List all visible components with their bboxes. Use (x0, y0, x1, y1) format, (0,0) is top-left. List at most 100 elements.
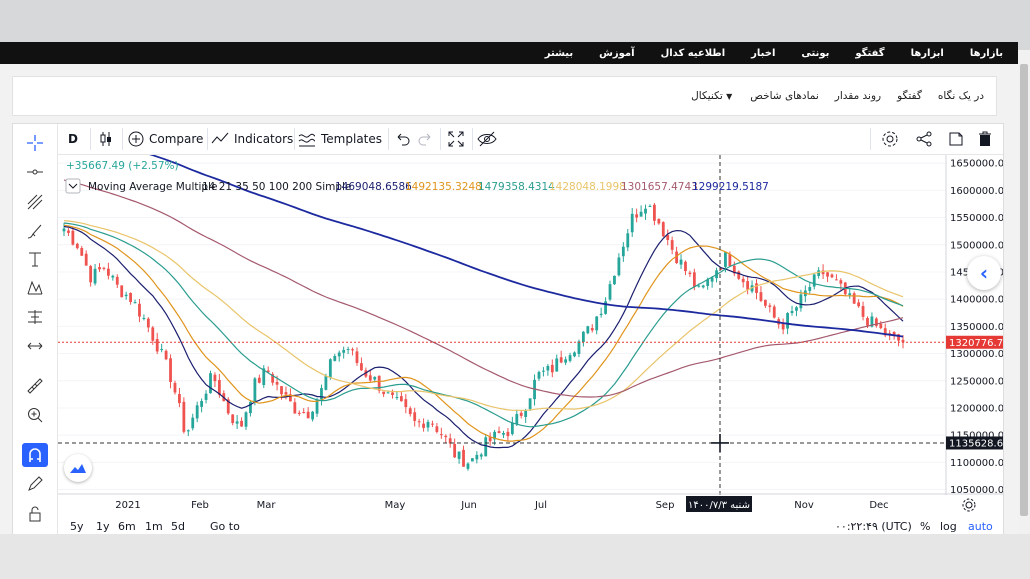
log-toggle[interactable]: log (940, 520, 957, 533)
candle-body (648, 206, 652, 208)
goto-button[interactable]: Go to (210, 520, 240, 533)
toolbar-separator (207, 128, 208, 150)
candle-body (160, 348, 164, 350)
time-tick-label: Mar (257, 500, 277, 511)
settings-gear-icon[interactable] (881, 124, 899, 154)
candle-body (142, 317, 146, 319)
brush-icon[interactable] (22, 219, 48, 243)
nav-item-2[interactable]: گفتگو (855, 48, 884, 59)
auto-toggle[interactable]: auto (968, 520, 993, 533)
scrollbar-thumb[interactable] (1020, 64, 1028, 516)
snapshot-icon[interactable] (947, 124, 965, 154)
range-5y[interactable]: 5y (70, 520, 84, 533)
nav-item-7[interactable]: بیشتر (545, 48, 573, 59)
candle-body (542, 370, 545, 372)
price-tick-label: 1300000.00 (950, 349, 1003, 360)
submenu-item-volume-trend[interactable]: روند مقدار (835, 90, 881, 102)
candle-body (519, 412, 523, 416)
time-axis-settings-gear-icon[interactable] (962, 498, 976, 512)
fullscreen-icon[interactable] (448, 124, 464, 154)
collapse-panel-button[interactable]: ‹ (967, 256, 1001, 290)
time-tick-label: Jun (460, 500, 477, 511)
prediction-tool-icon[interactable] (22, 305, 48, 329)
compare-button[interactable]: Compare (128, 124, 203, 154)
candle-body (608, 284, 612, 300)
submenu-item-overview[interactable]: در یک نگاه (938, 90, 984, 102)
candle-body (524, 410, 528, 417)
timezone-label[interactable]: ۰۰:۲۲:۴۹ (UTC) (835, 520, 912, 533)
nav-item-4[interactable]: اخبار (751, 48, 775, 59)
range-1y[interactable]: 1y (96, 520, 110, 533)
symbol-submenu: در یک نگاه گفتگو روند مقدار نمادهای شاخص… (12, 76, 997, 116)
nav-item-3[interactable]: بونتی (801, 48, 829, 59)
candle-body (178, 393, 181, 404)
percent-toggle[interactable]: % (920, 520, 930, 533)
indicators-label: Indicators (234, 132, 294, 146)
candle-body (564, 359, 568, 363)
interval-button[interactable]: D (68, 124, 78, 154)
page-scrollbar[interactable] (1018, 50, 1030, 534)
time-tick-label: 2021 (115, 500, 140, 511)
tradingview-logo[interactable] (64, 454, 92, 482)
candle-body (781, 323, 785, 330)
zoom-in-icon[interactable] (22, 403, 48, 427)
crosshair-cursor-stroke (711, 433, 729, 452)
submenu-item-chat[interactable]: گفتگو (897, 90, 922, 102)
submenu-item-technical[interactable]: تکنیکال ▼ (691, 90, 734, 102)
submenu-technical-label: تکنیکال (691, 90, 723, 102)
candle-body (280, 386, 283, 395)
candle-body (581, 331, 585, 342)
candle-body (422, 423, 425, 428)
crosshair-icon[interactable] (22, 131, 48, 155)
templates-button[interactable]: Templates (298, 124, 382, 154)
range-5d[interactable]: 5d (171, 520, 185, 533)
candle-body (235, 421, 239, 424)
candle-body (515, 414, 519, 425)
redo-icon[interactable] (418, 124, 432, 154)
price-tick-label: 1100000.00 (950, 458, 1003, 469)
ruler-icon[interactable] (22, 374, 48, 398)
candle-body (413, 412, 417, 421)
candle-body (231, 414, 235, 423)
candle-body (879, 323, 883, 329)
submenu-item-index-symbols[interactable]: نمادهای شاخص (750, 90, 819, 102)
bottom-toolbar: 5y 1y 6m 1m 5d Go to ۰۰:۲۲:۴۹ (UTC) % lo… (58, 520, 1003, 535)
range-1m[interactable]: 1m (145, 520, 163, 533)
edit-pencil-icon[interactable] (22, 472, 48, 496)
magnet-icon[interactable] (22, 443, 48, 467)
indicators-button[interactable]: Indicators (211, 124, 293, 154)
price-chart-area[interactable]: 1650000.00 1600000.00 1550000.00 1500000.00… (58, 130, 1003, 496)
compare-label: Compare (149, 132, 204, 146)
candle-body (630, 213, 634, 233)
legend-toggle-button[interactable] (65, 178, 81, 194)
hide-eye-icon[interactable] (477, 124, 497, 154)
lock-icon[interactable] (22, 502, 48, 526)
candle-body (333, 355, 337, 361)
text-tool-icon[interactable] (22, 247, 48, 271)
candle-body (186, 430, 190, 432)
candle-body (138, 303, 141, 317)
nav-item-6[interactable]: آموزش (599, 48, 634, 59)
pattern-tool-icon[interactable] (22, 276, 48, 300)
range-6m[interactable]: 6m (118, 520, 136, 533)
crosshair-cursor-icon (711, 433, 729, 452)
chart-type-icon[interactable] (98, 124, 114, 154)
undo-icon[interactable] (396, 124, 410, 154)
nav-item-1[interactable]: ابزارها (911, 48, 944, 59)
candle-body (324, 376, 328, 390)
drawing-toolbar (13, 124, 58, 535)
candles-layer (62, 202, 905, 471)
measure-arrow-icon[interactable] (22, 334, 48, 358)
candle-body (550, 364, 554, 373)
legend-ma200-value: 1299219.5187 (692, 181, 769, 193)
nav-item-5[interactable]: اطلاعیه کدال (661, 48, 726, 59)
nav-item-0[interactable]: بازارها (970, 48, 1003, 59)
crosshair-date-label: شنبه ۱۴۰۰/۷/۳ (688, 500, 750, 511)
legend-ma14-value: 1469048.6586 (335, 181, 412, 193)
trend-line-icon[interactable] (22, 160, 48, 184)
candle-body (728, 254, 732, 267)
fib-tool-icon[interactable] (22, 190, 48, 214)
share-icon[interactable] (915, 124, 933, 154)
candle-body (653, 204, 656, 221)
trash-icon[interactable] (977, 124, 993, 154)
